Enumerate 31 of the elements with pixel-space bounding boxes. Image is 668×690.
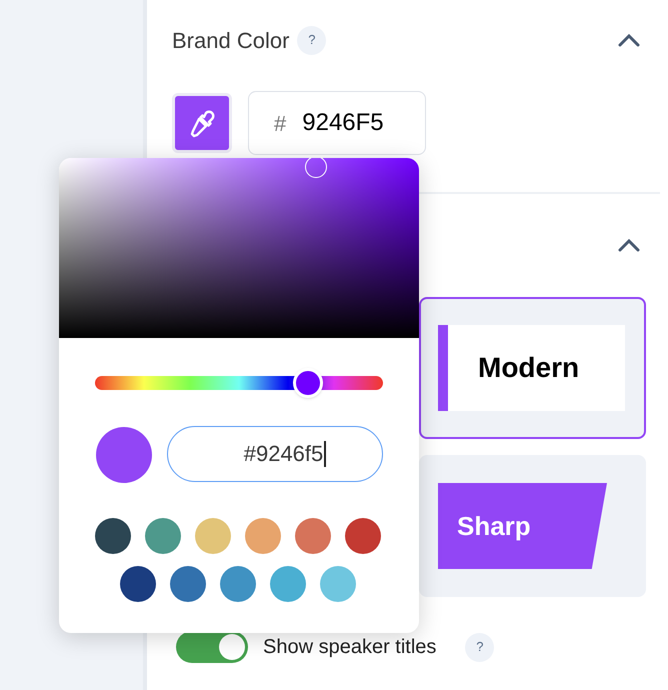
hex-value: 9246F5: [302, 108, 384, 138]
color-swatch[interactable]: [120, 566, 156, 602]
color-swatch[interactable]: [220, 566, 256, 602]
color-swatch[interactable]: [195, 518, 231, 554]
hex-field[interactable]: # 9246F5: [248, 91, 426, 155]
style-preview: Sharp: [438, 483, 607, 569]
hex-text: #9246f5: [244, 441, 326, 467]
eyedropper-button[interactable]: [172, 93, 232, 153]
hash-label: #: [274, 110, 286, 138]
help-button[interactable]: ?: [297, 26, 326, 54]
color-swatch[interactable]: [295, 518, 331, 554]
slider-handle[interactable]: [293, 368, 324, 398]
toggle-label: Show speaker titles: [263, 635, 436, 660]
color-swatch[interactable]: [170, 566, 206, 602]
saturation-area[interactable]: [59, 158, 419, 338]
color-swatch[interactable]: [95, 518, 131, 554]
color-swatch[interactable]: [345, 518, 381, 554]
style-preview: Modern: [438, 325, 625, 411]
chevron-icon[interactable]: [618, 33, 640, 47]
hex-input[interactable]: #9246f5: [167, 426, 383, 482]
help-button[interactable]: ?: [465, 632, 494, 662]
toggle-switch[interactable]: [176, 631, 248, 663]
style-option-card[interactable]: Sharp: [419, 455, 646, 597]
picker-handle[interactable]: [305, 158, 328, 178]
color-swatch[interactable]: [145, 518, 181, 554]
color-swatch[interactable]: [245, 518, 281, 554]
color-swatch[interactable]: [270, 566, 306, 602]
section-title: Brand Color: [172, 26, 290, 54]
style-option-card[interactable]: Modern: [419, 297, 646, 439]
chevron-icon[interactable]: [618, 238, 640, 252]
color-swatch[interactable]: [320, 566, 356, 602]
